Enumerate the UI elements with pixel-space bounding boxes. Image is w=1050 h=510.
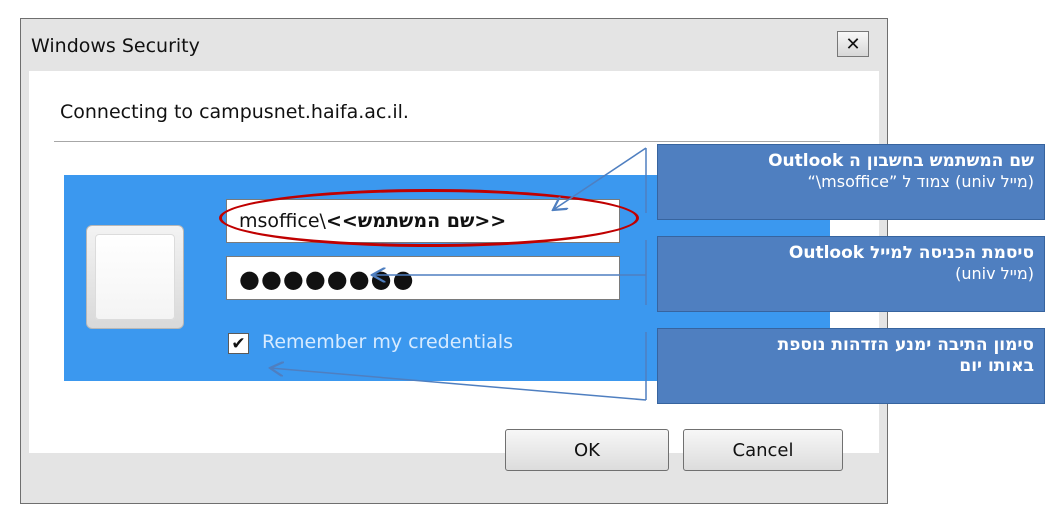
button-bar: OK Cancel xyxy=(21,429,887,505)
callout-remember: סימון התיבה ימנע הזדהות נוספת באותו יום xyxy=(657,328,1045,404)
callout-password-line2: (מייל univ) xyxy=(955,264,1034,284)
ok-button[interactable]: OK xyxy=(505,429,669,471)
remember-checkbox[interactable]: ✔ xyxy=(228,333,249,354)
separator xyxy=(54,141,840,142)
callout-password-line1: סיסמת הכניסה למייל Outlook xyxy=(788,243,1034,263)
password-mask: ●●●●●●●● xyxy=(239,265,415,293)
user-tile-icon xyxy=(86,225,184,329)
title-bar[interactable]: Windows Security ✕ xyxy=(21,19,887,71)
close-icon: ✕ xyxy=(845,33,861,55)
cancel-button[interactable]: Cancel xyxy=(683,429,843,471)
checkmark-icon: ✔ xyxy=(231,333,246,354)
username-highlight-oval xyxy=(219,189,639,247)
callout-username-line2: (מייל univ) צמוד ל ”msoffice\“ xyxy=(807,172,1034,192)
callout-username-line1: שם המשתמש בחשבון ה Outlook xyxy=(768,151,1034,171)
callout-remember-line1: סימון התיבה ימנע הזדהות נוספת xyxy=(777,335,1034,355)
close-button[interactable]: ✕ xyxy=(837,31,869,57)
callout-password: סיסמת הכניסה למייל Outlook (מייל univ) xyxy=(657,236,1045,312)
remember-credentials-label[interactable]: Remember my credentials xyxy=(262,331,513,353)
callout-username: שם המשתמש בחשבון ה Outlook (מייל univ) צ… xyxy=(657,144,1045,220)
password-field[interactable]: ●●●●●●●● xyxy=(226,256,620,300)
user-tile-frame xyxy=(95,234,175,320)
connecting-text: Connecting to campusnet.haifa.ac.il. xyxy=(60,101,409,123)
callout-remember-line2: באותו יום xyxy=(959,356,1034,377)
window-title: Windows Security xyxy=(31,35,200,57)
